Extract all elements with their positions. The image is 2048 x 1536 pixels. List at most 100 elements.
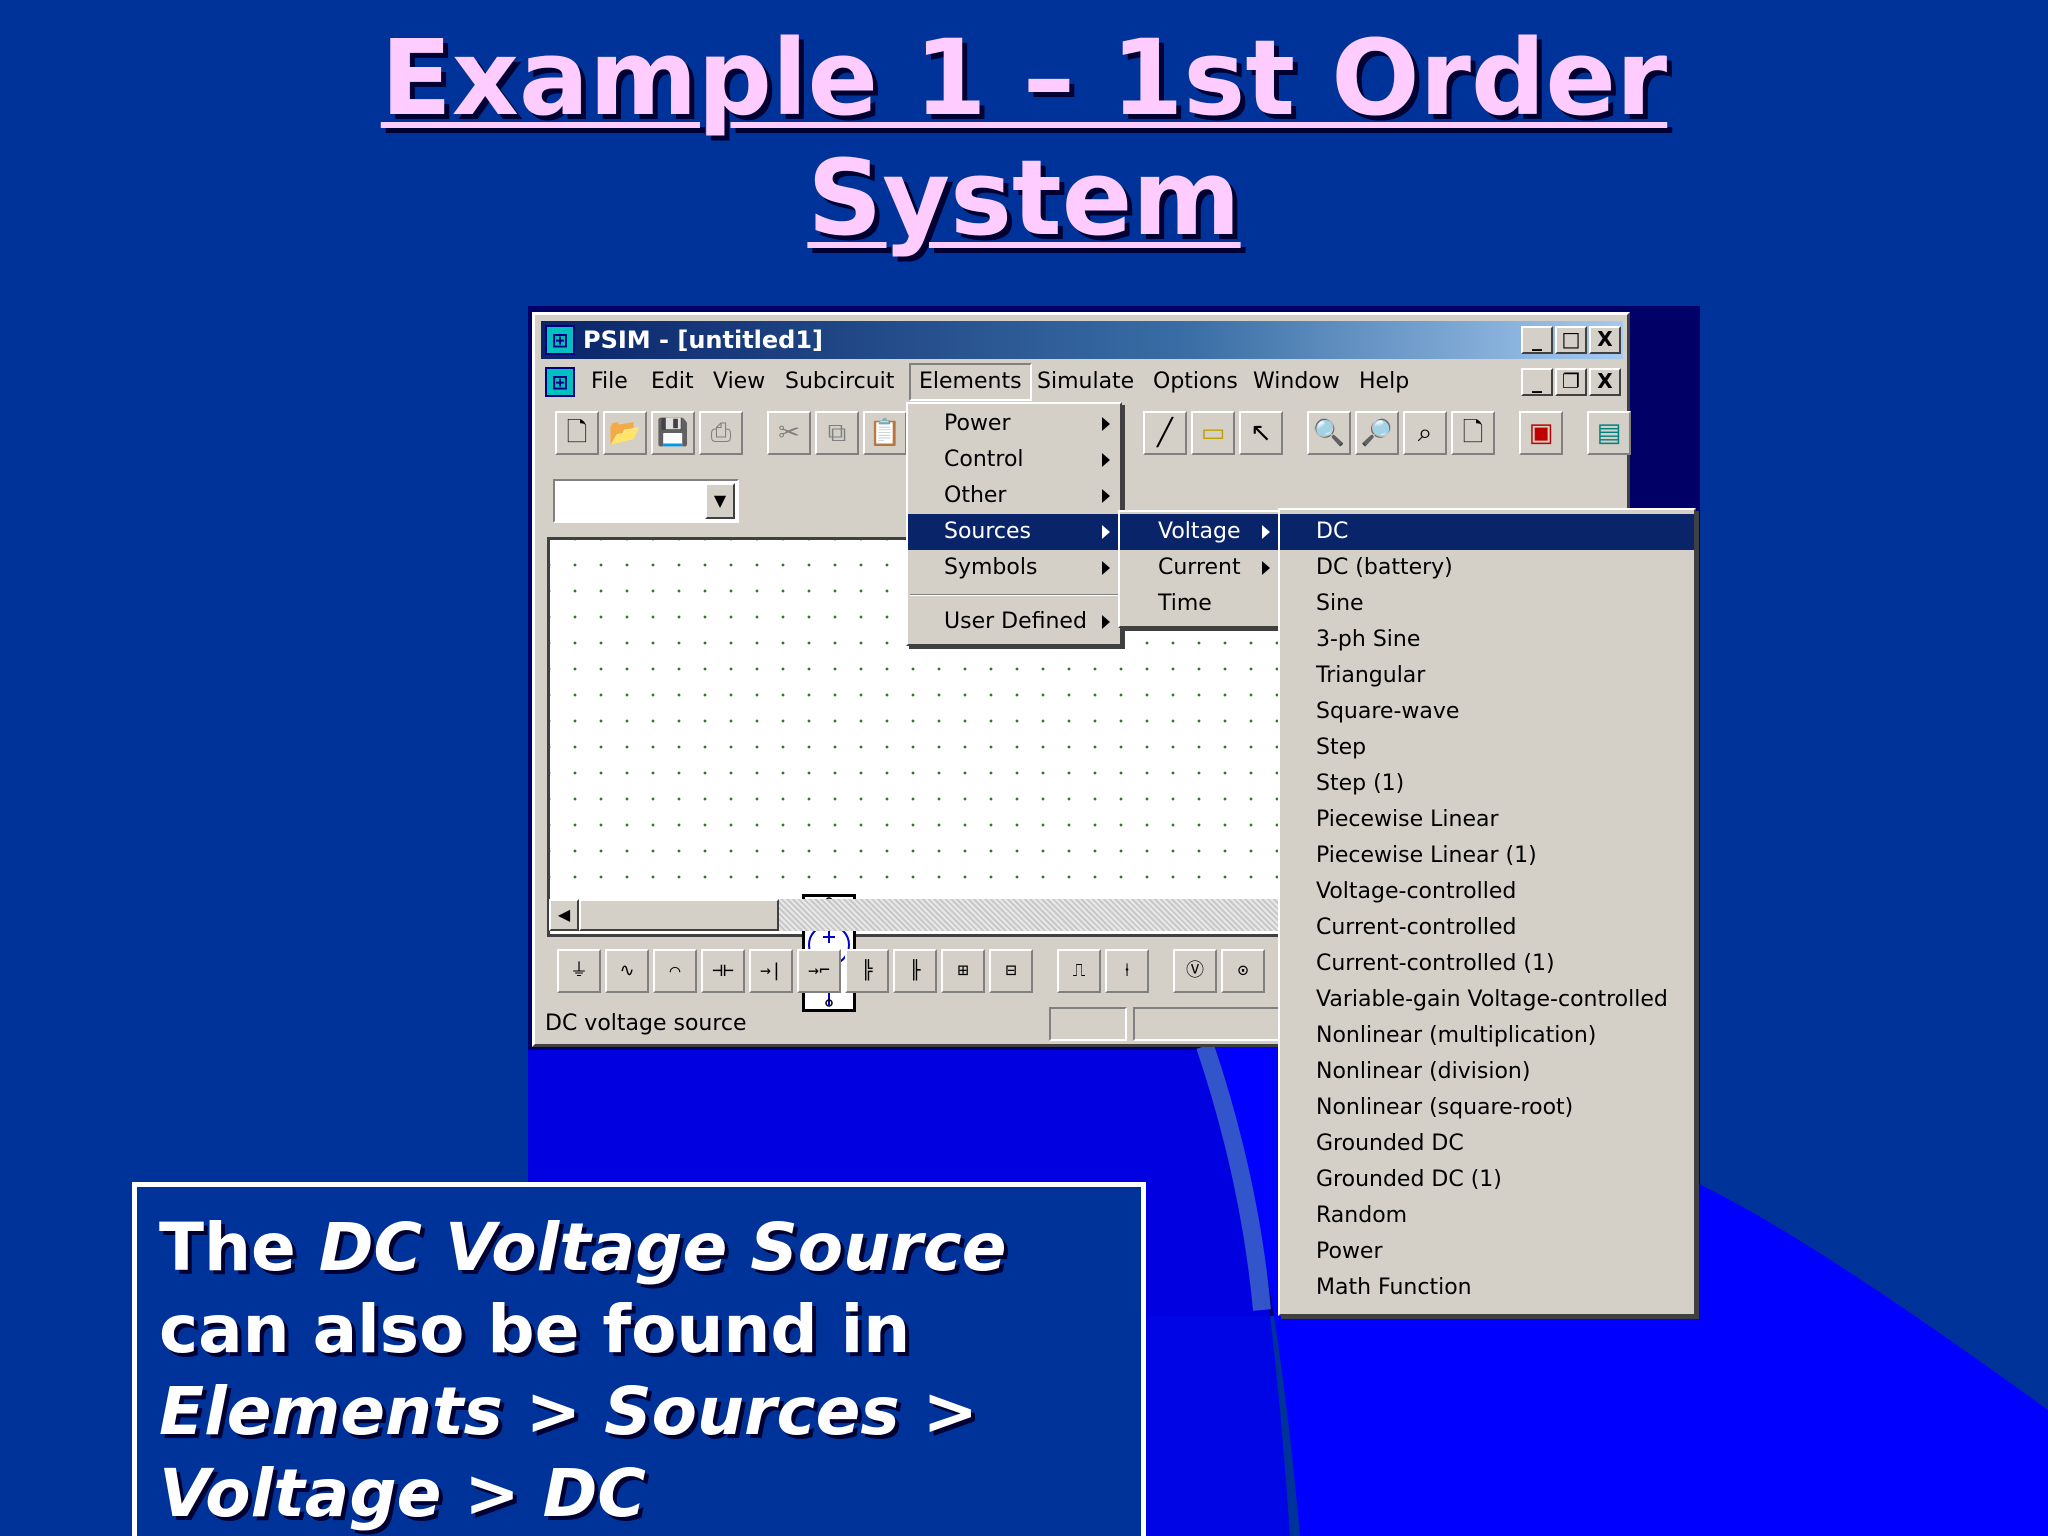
caption-box: The DC Voltage Source can also be found … [132, 1182, 1146, 1536]
status-panel-1 [1049, 1007, 1127, 1041]
menu-item-grounded-dc[interactable]: Grounded DC [1280, 1126, 1694, 1162]
doc-close-button[interactable]: X [1589, 368, 1621, 396]
menu-item-grounded-dc-1[interactable]: Grounded DC (1) [1280, 1162, 1694, 1198]
voltmeter-icon[interactable]: Ⓥ [1173, 949, 1217, 993]
slide-title-line1: Example 1 – 1st Order [380, 17, 1668, 139]
capacitor-icon[interactable]: ⊣⊢ [701, 949, 745, 993]
menu-item-piecewise-linear[interactable]: Piecewise Linear [1280, 802, 1694, 838]
menu-item-current-controlled[interactable]: Current-controlled [1280, 910, 1694, 946]
dc-source-icon[interactable]: ⍿ [1105, 949, 1149, 993]
menu-item-voltage[interactable]: Voltage [1120, 514, 1280, 550]
menu-item-user-defined[interactable]: User Defined [908, 604, 1120, 640]
menu-edit[interactable]: Edit [643, 363, 702, 401]
document-icon[interactable]: ⊞ [545, 367, 575, 397]
copy-icon[interactable]: ⧉ [815, 411, 859, 455]
caption-text-2: can also be found in [159, 1291, 911, 1368]
chevron-down-icon[interactable]: ▼ [705, 483, 735, 519]
menu-subcircuit[interactable]: Subcircuit [777, 363, 902, 401]
menu-item-sources[interactable]: Sources [908, 514, 1120, 550]
igbt-icon[interactable]: ╟ [893, 949, 937, 993]
caption-emphasis-2: Elements > Sources > Voltage > DC [159, 1373, 978, 1532]
title-bar[interactable]: ⊞ PSIM - [untitled1] _ □ X [541, 321, 1623, 359]
resistor-icon[interactable]: ∿ [605, 949, 649, 993]
menu-item-control[interactable]: Control [908, 442, 1120, 478]
close-button[interactable]: X [1589, 326, 1621, 354]
menu-item-current-controlled-1[interactable]: Current-controlled (1) [1280, 946, 1694, 982]
pointer-icon[interactable]: ↖ [1239, 411, 1283, 455]
thyristor-icon[interactable]: ⊞ [941, 949, 985, 993]
print-icon[interactable]: ⎙ [699, 411, 743, 455]
menu-simulate[interactable]: Simulate [1029, 363, 1142, 401]
menu-item-other[interactable]: Other [908, 478, 1120, 514]
menu-item-symbols[interactable]: Symbols [908, 550, 1120, 586]
menu-item-random[interactable]: Random [1280, 1198, 1694, 1234]
cut-icon[interactable]: ✂ [767, 411, 811, 455]
pulse-source-icon[interactable]: ⎍ [1057, 949, 1101, 993]
window-title: PSIM - [untitled1] [583, 326, 824, 354]
menu-file[interactable]: File [583, 363, 636, 401]
menu-bar: ⊞ File Edit View Subcircuit Elements Sim… [541, 363, 1623, 401]
menu-elements[interactable]: Elements [909, 363, 1032, 401]
menu-item-3ph-sine[interactable]: 3-ph Sine [1280, 622, 1694, 658]
menu-item-piecewise-linear-1[interactable]: Piecewise Linear (1) [1280, 838, 1694, 874]
menu-item-math-function[interactable]: Math Function [1280, 1270, 1694, 1306]
menu-item-step-1[interactable]: Step (1) [1280, 766, 1694, 802]
menu-help[interactable]: Help [1351, 363, 1417, 401]
menu-item-dc[interactable]: DC [1280, 514, 1694, 550]
run-icon[interactable]: ▣ [1519, 411, 1563, 455]
slide-title-line2: System [807, 137, 1241, 259]
menu-item-current[interactable]: Current [1120, 550, 1280, 586]
menu-view[interactable]: View [705, 363, 773, 401]
doc-restore-button[interactable]: ❐ [1555, 368, 1587, 396]
menu-window[interactable]: Window [1245, 363, 1348, 401]
menu-item-variable-gain[interactable]: Variable-gain Voltage-controlled [1280, 982, 1694, 1018]
horizontal-scrollbar[interactable]: ◀ [549, 899, 1307, 931]
minimize-button[interactable]: _ [1521, 326, 1553, 354]
status-text: DC voltage source [545, 1011, 747, 1036]
menu-item-square-wave[interactable]: Square-wave [1280, 694, 1694, 730]
slide-title: Example 1 – 1st Order System [0, 18, 2048, 258]
zoom-fit-icon[interactable]: ⌕ [1403, 411, 1447, 455]
mosfet-icon[interactable]: ╠ [845, 949, 889, 993]
menu-item-nonlinear-division[interactable]: Nonlinear (division) [1280, 1054, 1694, 1090]
scroll-thumb[interactable] [579, 899, 779, 931]
doc-minimize-button[interactable]: _ [1521, 368, 1553, 396]
zoom-out-icon[interactable]: 🔎 [1355, 411, 1399, 455]
caption-emphasis-1: DC Voltage Source [318, 1209, 1007, 1286]
menu-item-time[interactable]: Time [1120, 586, 1280, 622]
menu-item-power[interactable]: Power [908, 406, 1120, 442]
menu-item-power-source[interactable]: Power [1280, 1234, 1694, 1270]
menu-item-step[interactable]: Step [1280, 730, 1694, 766]
voltage-probe-icon[interactable]: ⊙ [1221, 949, 1265, 993]
save-icon[interactable]: 💾 [651, 411, 695, 455]
menu-item-sine[interactable]: Sine [1280, 586, 1694, 622]
zener-icon[interactable]: →⌐ [797, 949, 841, 993]
ground-icon[interactable]: ⏚ [557, 949, 601, 993]
page-icon[interactable]: 🗋 [1451, 411, 1495, 455]
zoom-in-icon[interactable]: 🔍 [1307, 411, 1351, 455]
menu-item-nonlinear-square-root[interactable]: Nonlinear (square-root) [1280, 1090, 1694, 1126]
menu-item-triangular[interactable]: Triangular [1280, 658, 1694, 694]
new-icon[interactable]: 🗋 [555, 411, 599, 455]
open-icon[interactable]: 📂 [603, 411, 647, 455]
maximize-button[interactable]: □ [1555, 326, 1587, 354]
label-icon[interactable]: ▭ [1191, 411, 1235, 455]
psim-app-icon[interactable]: ⊞ [545, 325, 575, 355]
simview-icon[interactable]: ▤ [1587, 411, 1631, 455]
menu-item-nonlinear-multiplication[interactable]: Nonlinear (multiplication) [1280, 1018, 1694, 1054]
inductor-icon[interactable]: ⌒ [653, 949, 697, 993]
scroll-left-icon[interactable]: ◀ [549, 899, 579, 931]
diode-icon[interactable]: →| [749, 949, 793, 993]
elements-menu: Power Control Other Sources Symbols User… [906, 402, 1122, 646]
zoom-combo[interactable]: ▼ [553, 479, 739, 523]
caption-text-1: The [159, 1209, 319, 1286]
menu-separator [910, 594, 1118, 596]
wire-icon[interactable]: ╱ [1143, 411, 1187, 455]
menu-options[interactable]: Options [1145, 363, 1246, 401]
gto-icon[interactable]: ⊟ [989, 949, 1033, 993]
menu-item-voltage-controlled[interactable]: Voltage-controlled [1280, 874, 1694, 910]
element-toolbar: ⏚ ∿ ⌒ ⊣⊢ →| →⌐ ╠ ╟ ⊞ ⊟ ⎍ ⍿ Ⓥ ⊙ [549, 945, 1309, 999]
menu-item-dc-battery[interactable]: DC (battery) [1280, 550, 1694, 586]
paste-icon[interactable]: 📋 [863, 411, 907, 455]
voltage-submenu: DC DC (battery) Sine 3-ph Sine Triangula… [1278, 508, 1696, 1316]
